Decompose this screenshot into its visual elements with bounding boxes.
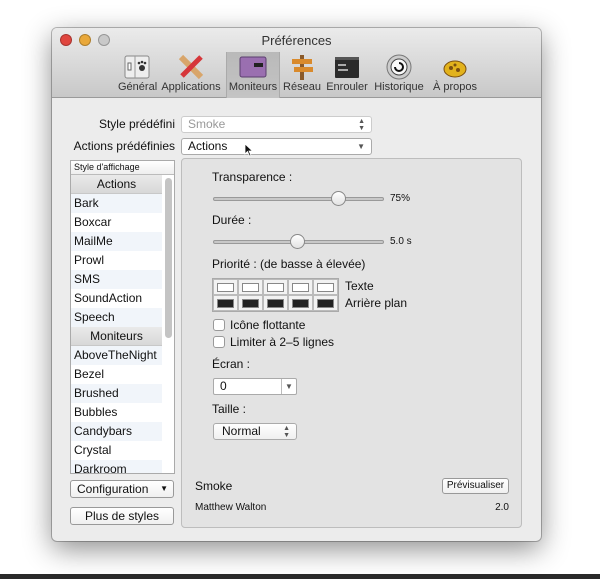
rollup-window-icon: [333, 54, 361, 80]
list-item[interactable]: Bubbles: [71, 403, 162, 422]
list-item[interactable]: Bezel: [71, 365, 162, 384]
limit-lines-checkbox[interactable]: [213, 336, 225, 348]
style-preset-select: Smoke ▲ ▼: [181, 116, 372, 133]
text-color-label: Texte: [345, 279, 374, 293]
list-group-header: Moniteurs: [71, 327, 162, 346]
priority-color-cell[interactable]: [213, 279, 238, 295]
color-swatch: [217, 282, 234, 292]
list-item[interactable]: Crystal: [71, 441, 162, 460]
priority-color-grid: [212, 278, 339, 312]
duration-value: 5.0 s: [390, 236, 412, 247]
list-item[interactable]: SoundAction: [71, 289, 162, 308]
color-swatch: [292, 282, 309, 292]
list-group-header: Actions: [71, 175, 162, 194]
list-item[interactable]: Brushed: [71, 384, 162, 403]
growl-paw-icon: [441, 54, 469, 80]
transparency-label: Transparence :: [212, 170, 293, 184]
chevron-down-icon: ▼: [160, 484, 168, 493]
preview-button[interactable]: Prévisualiser: [442, 478, 509, 494]
color-swatch: [292, 298, 309, 308]
priority-color-cell[interactable]: [313, 295, 338, 311]
priority-color-cell[interactable]: [288, 279, 313, 295]
list-item[interactable]: AboveTheNight: [71, 346, 162, 365]
chevron-down-icon[interactable]: ▼: [281, 379, 296, 394]
size-label: Taille :: [212, 402, 247, 416]
limit-lines-label: Limiter à 2–5 lignes: [230, 335, 335, 349]
stepper-arrows-icon: ▲ ▼: [283, 425, 290, 439]
style-settings-panel: Transparence : 75% Durée : 5.0 s Priorit…: [181, 158, 522, 528]
chevron-down-icon: ▼: [357, 142, 365, 151]
priority-color-cell[interactable]: [238, 295, 263, 311]
color-swatch: [242, 298, 259, 308]
priority-color-cell[interactable]: [313, 279, 338, 295]
actions-preset-select[interactable]: Actions ▼: [181, 138, 372, 155]
slider-knob[interactable]: [289, 234, 305, 249]
screen-label: Écran :: [212, 357, 251, 371]
tab-moniteurs[interactable]: Moniteurs: [226, 52, 280, 98]
style-author: Matthew Walton: [195, 502, 267, 513]
transparency-slider[interactable]: [213, 191, 384, 206]
color-swatch: [317, 282, 334, 292]
color-swatch: [267, 298, 284, 308]
slider-knob[interactable]: [330, 191, 346, 206]
priority-color-cell[interactable]: [213, 295, 238, 311]
transparency-value: 75%: [390, 193, 411, 204]
display-style-list[interactable]: Style d'affichage Actions Bark Boxcar Ma…: [70, 160, 175, 474]
priority-label: Priorité : (de basse à élevée): [212, 257, 366, 271]
duration-slider[interactable]: [213, 234, 384, 249]
priority-color-cell[interactable]: [263, 279, 288, 295]
list-item[interactable]: Prowl: [71, 251, 162, 270]
style-name: Smoke: [195, 479, 233, 493]
priority-color-cell[interactable]: [288, 295, 313, 311]
priority-color-cell[interactable]: [263, 295, 288, 311]
titlebar: Préférences Général Applications Moniteu…: [52, 28, 541, 98]
size-select[interactable]: Normal ▲ ▼: [213, 423, 297, 440]
color-swatch: [217, 298, 234, 308]
priority-color-cell[interactable]: [238, 279, 263, 295]
more-styles-button[interactable]: Plus de styles: [70, 507, 174, 525]
stepper-arrows-icon: ▲ ▼: [358, 118, 365, 132]
configuration-button[interactable]: Configuration ▼: [70, 480, 174, 498]
list-item[interactable]: MailMe: [71, 232, 162, 251]
style-preset-label: Style prédéfini: [98, 117, 175, 131]
tab-enrouler[interactable]: Enrouler: [324, 52, 370, 98]
list-item[interactable]: Bark: [71, 194, 162, 213]
list-item[interactable]: Boxcar: [71, 213, 162, 232]
display-window-icon: [239, 54, 267, 80]
screen-combo[interactable]: 0 ▼: [213, 378, 297, 395]
list-scrollbar[interactable]: [165, 178, 172, 338]
tab-reseau[interactable]: Réseau: [282, 52, 322, 98]
list-column-header: Style d'affichage: [71, 161, 174, 175]
signpost-icon: [288, 54, 316, 80]
desktop-dock-strip: [0, 574, 600, 579]
duration-label: Durée :: [212, 213, 252, 227]
history-icon: [385, 54, 413, 80]
color-swatch: [242, 282, 259, 292]
general-switch-paw-icon: [123, 54, 151, 80]
background-color-label: Arrière plan: [345, 296, 408, 310]
tab-a-propos[interactable]: À propos: [430, 52, 480, 98]
tab-general[interactable]: Général: [118, 52, 157, 98]
color-swatch: [317, 298, 334, 308]
tab-historique[interactable]: Historique: [372, 52, 426, 98]
color-swatch: [267, 282, 284, 292]
list-item[interactable]: Speech: [71, 308, 162, 327]
window-title: Préférences: [261, 33, 332, 48]
mouse-cursor-icon: [244, 143, 254, 157]
floating-icon-checkbox[interactable]: [213, 319, 225, 331]
list-item[interactable]: Candybars: [71, 422, 162, 441]
preferences-window: Préférences Général Applications Moniteu…: [52, 28, 541, 541]
actions-preset-label: Actions prédéfinies: [73, 139, 175, 153]
list-item[interactable]: SMS: [71, 270, 162, 289]
floating-icon-label: Icône flottante: [230, 318, 306, 332]
style-version: 2.0: [495, 502, 509, 513]
list-item[interactable]: Darkroom: [71, 460, 162, 473]
tab-applications[interactable]: Applications: [160, 52, 222, 98]
ruler-pencil-icon: [177, 54, 205, 80]
